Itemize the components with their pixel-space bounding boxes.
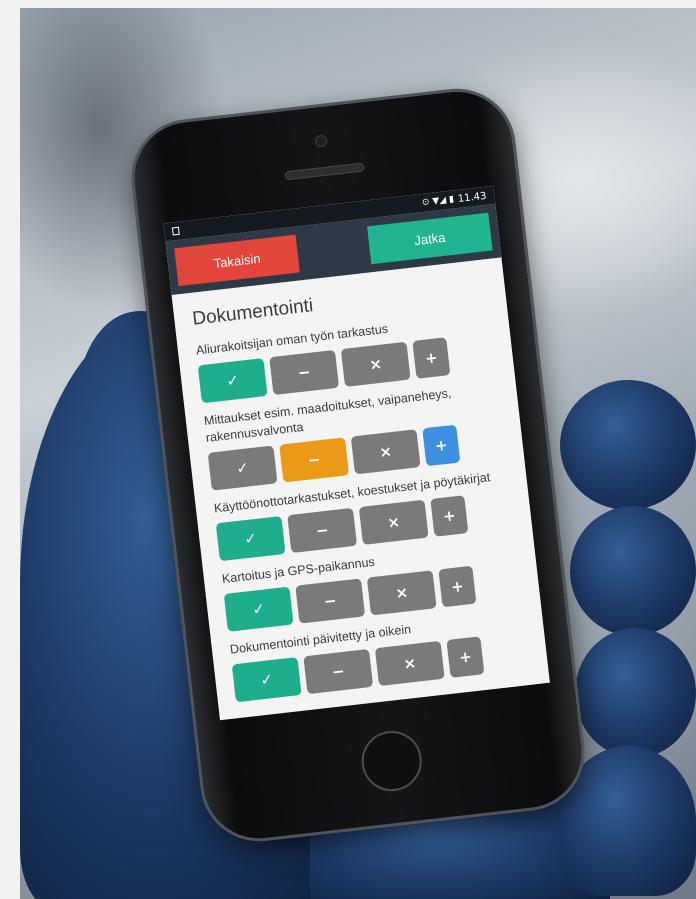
- add-note-button[interactable]: +: [438, 565, 477, 608]
- reject-button[interactable]: ×: [374, 640, 445, 687]
- approve-button[interactable]: ✓: [207, 445, 278, 491]
- add-note-button[interactable]: +: [430, 495, 469, 537]
- add-note-button[interactable]: +: [446, 636, 485, 678]
- reject-button[interactable]: ×: [358, 499, 429, 545]
- checklist: Dokumentointi Aliurakoitsijan oman työn …: [172, 257, 549, 704]
- approve-button[interactable]: ✓: [197, 358, 268, 404]
- approve-button[interactable]: ✓: [215, 516, 286, 562]
- phone-screen: ⊙ ▼◢ ▮ 11.43 Takaisin Jatka Dokumentoint…: [163, 185, 550, 721]
- add-note-button[interactable]: +: [422, 424, 461, 467]
- reject-button[interactable]: ×: [366, 570, 437, 616]
- status-time: 11.43: [457, 190, 487, 205]
- partial-button[interactable]: −: [279, 437, 350, 483]
- reject-button[interactable]: ×: [350, 429, 421, 475]
- signal-icon: ⊙ ▼◢ ▮: [421, 194, 455, 209]
- partial-button[interactable]: −: [269, 349, 340, 396]
- partial-button[interactable]: −: [303, 648, 374, 695]
- smartphone: ⊙ ▼◢ ▮ 11.43 Takaisin Jatka Dokumentoint…: [128, 85, 588, 845]
- approve-button[interactable]: ✓: [223, 586, 294, 632]
- notification-icon: [171, 226, 180, 236]
- partial-button[interactable]: −: [295, 578, 366, 624]
- approve-button[interactable]: ✓: [231, 657, 302, 703]
- add-note-button[interactable]: +: [412, 337, 451, 379]
- glove-finger: [575, 628, 696, 758]
- back-button[interactable]: Takaisin: [174, 234, 300, 287]
- continue-button[interactable]: Jatka: [367, 212, 493, 265]
- glove-finger: [570, 506, 696, 636]
- reject-button[interactable]: ×: [340, 341, 411, 387]
- glove-finger: [560, 380, 696, 510]
- partial-button[interactable]: −: [287, 507, 358, 554]
